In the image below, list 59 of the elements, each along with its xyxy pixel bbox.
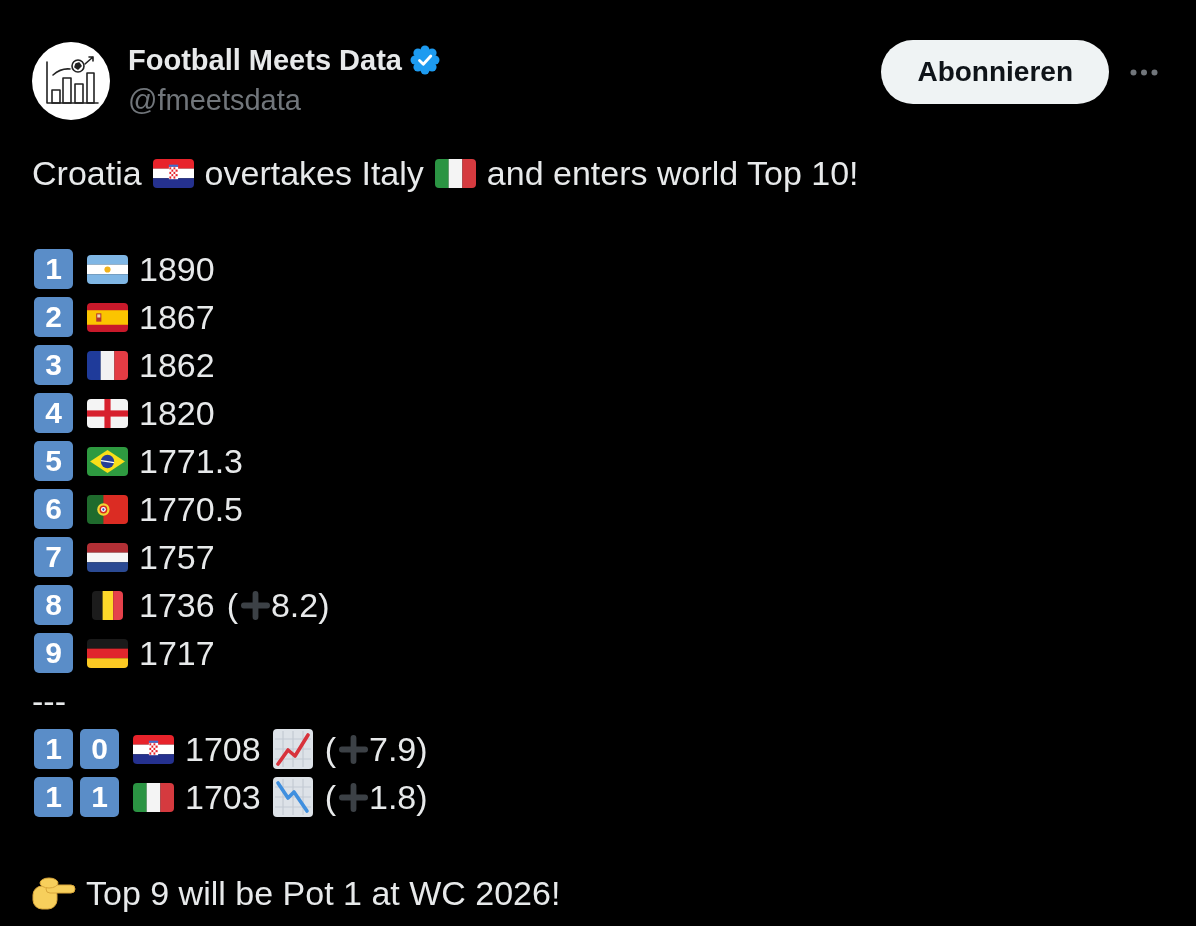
rank-keycap: 6 xyxy=(34,489,73,529)
rating-value: 1717 xyxy=(139,633,215,673)
falling-chart-icon xyxy=(272,777,313,817)
argentina-flag-icon xyxy=(87,254,128,284)
rank-keycap: 8 xyxy=(34,585,73,625)
post-text: overtakes Italy xyxy=(204,153,424,193)
belgium-flag-icon xyxy=(91,590,124,620)
netherlands-flag-icon xyxy=(87,542,128,572)
rating-value: 1770.5 xyxy=(139,489,243,529)
change-value: 7.9) xyxy=(368,729,428,769)
plus-icon xyxy=(338,734,368,764)
rank-keycap: 2 xyxy=(34,297,73,337)
separator-text: --- xyxy=(32,681,66,721)
rising-chart-icon xyxy=(272,729,313,769)
subscribe-button[interactable]: Abonnieren xyxy=(881,40,1109,104)
rating-value: 1757 xyxy=(139,537,215,577)
rating-value: 1890 xyxy=(139,249,215,289)
italy-flag-icon xyxy=(434,158,476,188)
bar-chart-avatar-icon[interactable] xyxy=(32,42,110,120)
italy-flag-icon xyxy=(133,782,174,812)
paren-text: ( xyxy=(324,777,336,817)
paren-text: ( xyxy=(324,729,336,769)
england-flag-icon xyxy=(87,398,128,428)
portugal-flag-icon xyxy=(87,494,128,524)
croatia-flag-icon xyxy=(152,158,194,188)
change-value: 1.8) xyxy=(368,777,428,817)
rank-keycap: 7 xyxy=(34,537,73,577)
author-name[interactable]: Football Meets Data xyxy=(128,42,402,78)
plus-icon xyxy=(240,590,270,620)
rank-keycap: 9 xyxy=(34,633,73,673)
plus-icon xyxy=(338,782,368,812)
paren-text: ( xyxy=(226,585,238,625)
more-icon[interactable] xyxy=(1130,69,1158,76)
rating-value: 1703 xyxy=(185,777,261,817)
rating-value: 1736 xyxy=(139,585,215,625)
france-flag-icon xyxy=(87,350,128,380)
rating-value: 1862 xyxy=(139,345,215,385)
rank-keycap: 1 xyxy=(34,777,73,817)
rank-keycap: 4 xyxy=(34,393,73,433)
croatia-flag-icon xyxy=(133,734,174,764)
post-text: Croatia xyxy=(32,153,142,193)
rating-value: 1771.3 xyxy=(139,441,243,481)
rank-keycap: 1 xyxy=(34,729,73,769)
post-text: and enters world Top 10! xyxy=(486,153,859,193)
rating-value: 1867 xyxy=(139,297,215,337)
brazil-flag-icon xyxy=(87,446,128,476)
rank-keycap: 3 xyxy=(34,345,73,385)
author-handle[interactable]: @fmeetsdata xyxy=(128,82,440,118)
spain-flag-icon xyxy=(87,302,128,332)
rank-keycap: 1 xyxy=(80,777,119,817)
rating-value: 1820 xyxy=(139,393,215,433)
change-value: 8.2) xyxy=(270,585,330,625)
germany-flag-icon xyxy=(87,638,128,668)
post-text: Top 9 will be Pot 1 at WC 2026! xyxy=(86,873,561,913)
rank-keycap: 0 xyxy=(80,729,119,769)
rank-keycap: 1 xyxy=(34,249,73,289)
rating-value: 1708 xyxy=(185,729,261,769)
pointing-hand-icon xyxy=(32,875,76,911)
rank-keycap: 5 xyxy=(34,441,73,481)
